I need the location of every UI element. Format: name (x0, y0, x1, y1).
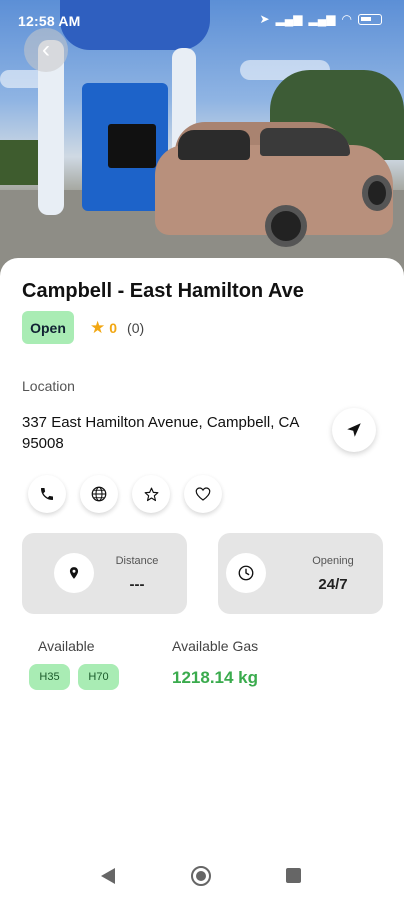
opening-label: Opening (312, 555, 354, 567)
clock-icon (226, 553, 266, 593)
station-address: 337 East Hamilton Avenue, Campbell, CA 9… (22, 414, 299, 452)
rating-value: 0 (109, 320, 118, 336)
station-title: Campbell - East Hamilton Ave (22, 280, 304, 302)
review-count: (0) (127, 320, 145, 336)
battery-icon (358, 13, 382, 25)
heart-icon (195, 487, 211, 501)
rate-button[interactable] (132, 475, 170, 513)
opening-value: 24/7 (318, 576, 348, 593)
chevron-left-icon: ‹ (42, 36, 50, 63)
star-outline-icon (144, 487, 158, 501)
available-gas-value: 1218.14 kg (172, 668, 259, 687)
navigation-arrow-icon (347, 423, 361, 437)
distance-value: --- (129, 576, 145, 593)
fuel-type-chips: H35 H70 (29, 664, 119, 690)
navigate-button[interactable] (332, 408, 376, 452)
nav-home-icon[interactable] (191, 866, 211, 886)
call-button[interactable] (28, 475, 66, 513)
favorite-button[interactable] (184, 475, 222, 513)
opening-card: Opening 24/7 (218, 533, 383, 614)
fuel-type-chip: H35 (29, 664, 70, 690)
nav-back-icon[interactable] (101, 868, 115, 884)
star-icon: ★ (90, 318, 106, 337)
distance-card: Distance --- (22, 533, 187, 614)
fuel-type-chip: H70 (78, 664, 119, 690)
signal-icon: ▂▄▆ (275, 12, 303, 26)
status-time: 12:58 AM (18, 13, 81, 29)
back-button[interactable]: ‹ (24, 28, 68, 72)
station-details-sheet: Campbell - East Hamilton Ave Open ★ 0 (0… (0, 258, 404, 900)
location-label: Location (22, 378, 75, 394)
distance-label: Distance (115, 555, 159, 567)
phone-icon (41, 488, 53, 500)
wifi-icon: ◠ (341, 12, 352, 26)
status-icons: ➤ ▂▄▆ ▂▄▆ ◠ (260, 12, 382, 26)
nav-recents-icon[interactable] (286, 868, 301, 883)
location-arrow-icon: ➤ (259, 12, 270, 26)
location-pin-icon (54, 553, 94, 593)
signal-icon-2: ▂▄▆ (308, 12, 336, 26)
globe-icon (91, 486, 107, 502)
status-badge: Open (22, 311, 74, 344)
website-button[interactable] (80, 475, 118, 513)
available-label: Available (38, 638, 95, 654)
rating: ★ 0 (0) (90, 318, 144, 338)
action-row (28, 475, 222, 513)
available-gas-label: Available Gas (172, 638, 259, 654)
